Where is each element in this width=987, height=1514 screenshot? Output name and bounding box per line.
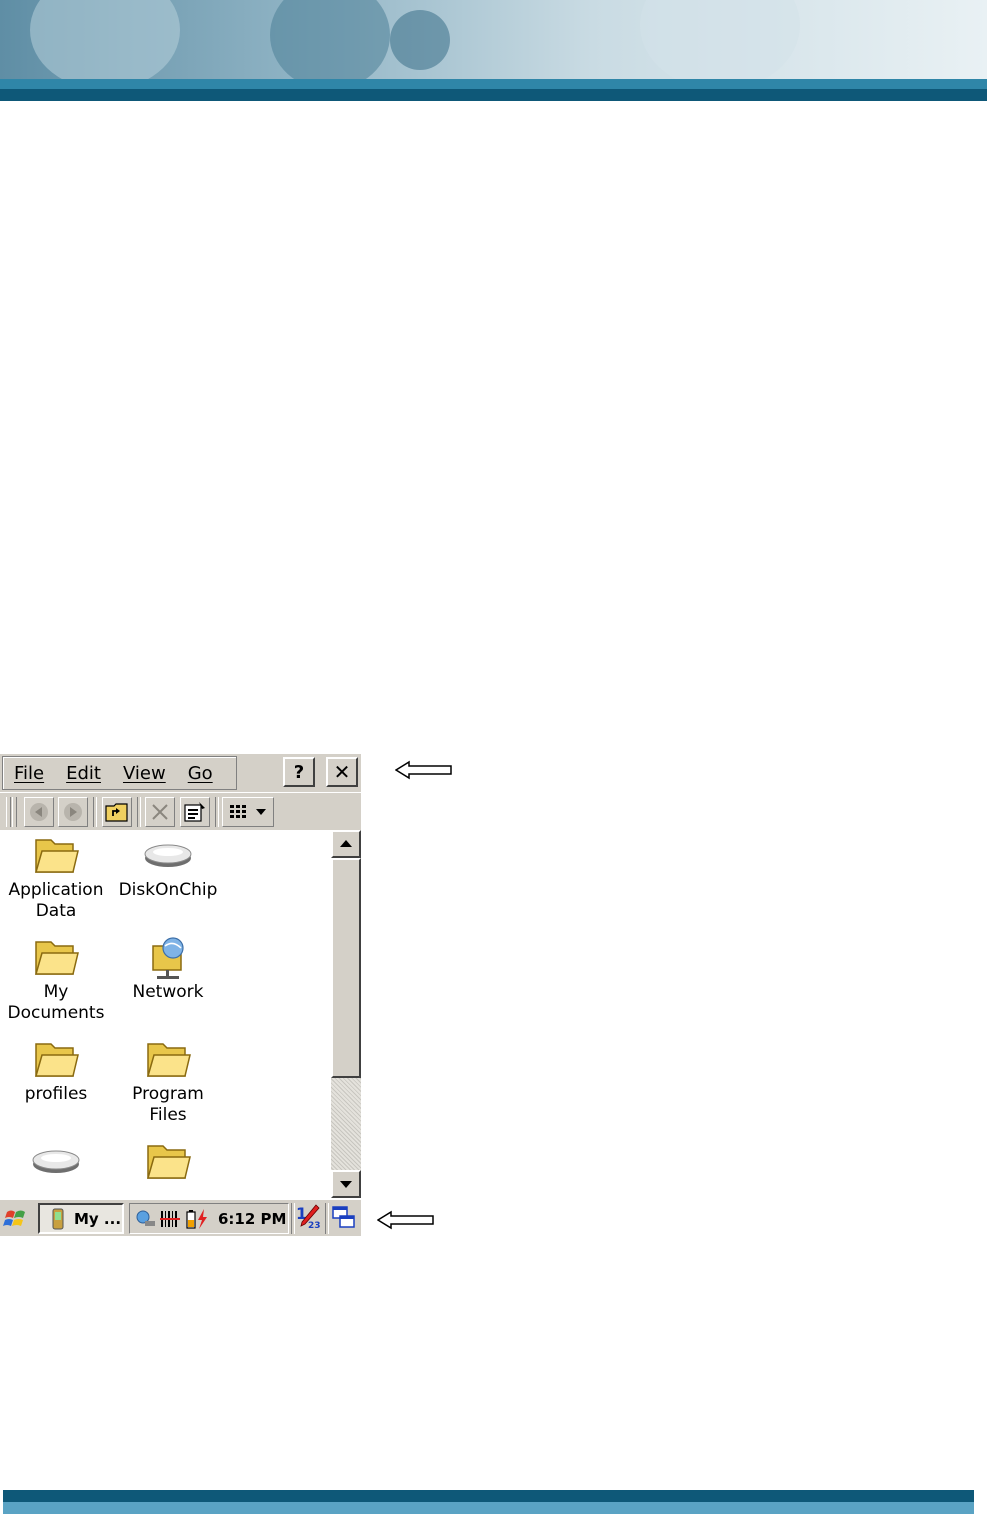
banner-decoration [270,0,390,90]
taskbar: My ... 6:12 PM 1 23 [0,1198,361,1236]
system-tray: 6:12 PM [129,1203,289,1234]
callout-arrow-taskbar [377,1210,434,1230]
barcode-icon[interactable] [160,1209,180,1229]
chevron-down-icon [340,1181,352,1188]
menu-view[interactable]: View [123,763,166,784]
file-label: My Documents [7,982,105,1023]
file-item-program-files[interactable]: Program Files [112,1038,224,1126]
banner-stripe-light [0,79,987,89]
menu-edit[interactable]: Edit [66,763,101,784]
properties-button[interactable] [180,797,210,827]
file-list: Application Data DiskOnChip My Documents [0,830,331,1198]
toolbar-grip [12,797,17,827]
close-icon: ✕ [333,760,351,784]
battery-charging-icon[interactable] [184,1208,212,1230]
menu-group: File Edit View Go [2,756,237,790]
drive-icon [32,1150,80,1173]
banner-decoration [30,0,180,90]
file-label: DiskOnChip [118,880,218,900]
file-item-drive[interactable] [0,1140,112,1186]
toolbar-separator [215,797,219,827]
banner-decoration [390,10,450,70]
folder-icon [147,1043,191,1077]
banner-decoration [640,0,800,90]
menu-go[interactable]: Go [188,763,213,784]
chevron-down-icon [256,809,266,815]
banner-stripe-dark [0,89,987,101]
delete-icon [152,804,168,820]
close-button[interactable]: ✕ [326,757,358,787]
view-mode-button[interactable] [222,797,274,827]
up-folder-icon [105,803,128,822]
file-item-my-documents[interactable]: My Documents [0,936,112,1024]
folder-icon [35,1043,79,1077]
toolbar-grip[interactable] [6,797,11,827]
file-item-diskonchip[interactable]: DiskOnChip [112,834,224,901]
file-label: profiles [24,1084,88,1104]
scrollbar-thumb[interactable] [331,858,361,1078]
page-header-banner [0,0,987,101]
file-item-folder[interactable] [112,1140,224,1186]
taskbar-separator [325,1203,329,1234]
forward-button[interactable] [58,797,88,827]
scroll-down-button[interactable] [331,1170,361,1198]
device-screen: File Edit View Go ? ✕ Application Data D… [0,754,361,1236]
page-footer-bar [3,1490,974,1514]
file-item-network[interactable]: Network [112,936,224,1003]
drive-icon [144,844,192,867]
vertical-scrollbar[interactable] [331,830,361,1198]
properties-icon [184,802,205,822]
forward-icon [64,803,82,821]
toolbar-separator [137,797,141,827]
help-button[interactable]: ? [283,757,315,787]
chevron-up-icon [340,840,352,847]
up-folder-button[interactable] [102,797,132,827]
delete-button[interactable] [145,797,175,827]
start-button[interactable] [3,1206,31,1232]
file-label: Network [132,982,204,1002]
back-icon [30,803,48,821]
menu-bar: File Edit View Go ? ✕ [0,754,361,792]
input-panel-button[interactable]: 1 23 [294,1204,322,1232]
toolbar [0,792,361,831]
task-button-my-device[interactable]: My ... [38,1203,124,1234]
scroll-up-button[interactable] [331,830,361,858]
callout-arrow-menubar [395,760,452,780]
file-label: Program Files [132,1084,204,1125]
menu-file[interactable]: File [14,763,44,784]
device-icon [52,1208,64,1229]
back-button[interactable] [24,797,54,827]
file-item-profiles[interactable]: profiles [0,1038,112,1105]
file-item-application-data[interactable]: Application Data [0,834,112,922]
folder-icon [35,941,79,975]
toolbar-separator [93,797,97,827]
network-icon[interactable] [133,1208,157,1230]
help-icon: ? [293,761,305,783]
network-folder-icon [152,937,184,979]
folder-icon [35,839,79,873]
view-mode-icon [230,805,246,818]
folder-icon [147,1145,191,1179]
windows-switch-icon[interactable] [331,1205,357,1231]
task-label: My ... [74,1209,122,1228]
file-label: Application Data [8,880,104,921]
input-sub-label: 23 [308,1221,321,1231]
clock[interactable]: 6:12 PM [218,1210,286,1228]
